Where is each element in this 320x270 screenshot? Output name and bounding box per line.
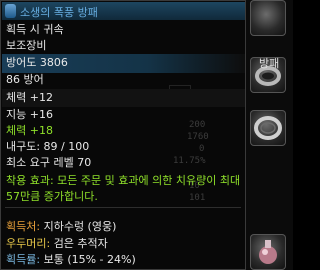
- shield-icon: [5, 4, 16, 18]
- source-row: 획득처: 지하수렁 (영웅): [6, 220, 116, 234]
- ghost-number: 0: [199, 144, 205, 154]
- stat-intelligence: 지능 +16: [6, 108, 53, 121]
- stat-stamina-2: 체력 +18: [6, 124, 53, 137]
- item-tooltip: 200 1760 0 11.75% 10 101 소생의 폭풍 방패 획득 시 …: [0, 0, 246, 270]
- slot-label-shield: 방패: [259, 57, 280, 70]
- divider: [5, 207, 241, 208]
- stat-stamina-1: 체력 +12: [6, 91, 53, 104]
- ghost-number: 1760: [187, 132, 209, 142]
- required-level: 최소 요구 레벨 70: [6, 156, 92, 169]
- tooltip-title-bar: 소생의 폭풍 방패: [2, 2, 245, 20]
- bind-status: 획득 시 귀속: [6, 23, 64, 36]
- defense-value: 86 방어: [6, 73, 44, 86]
- boss-value: 검은 추적자: [53, 237, 108, 250]
- ghost-number: 11.75%: [173, 156, 206, 166]
- droprate-label: 획득률:: [6, 253, 41, 266]
- droprate-row: 획득률: 보통 (15% - 24%): [6, 253, 136, 267]
- potion-icon: [259, 240, 277, 264]
- armor-value: 방어도 3806: [6, 56, 68, 69]
- ghost-number: 200: [189, 120, 206, 130]
- ring-icon: [254, 116, 282, 140]
- game-ui-scene: 방패 200 1760 0 11.75% 10 101 소생의 폭풍 방패 획득…: [0, 0, 293, 270]
- equipment-slot-potion[interactable]: [250, 234, 286, 270]
- boss-row: 우두머리: 검은 추적자: [6, 237, 108, 251]
- item-category: 보조장비: [6, 39, 47, 52]
- source-label: 획득처:: [6, 220, 41, 233]
- equipment-slot-ring[interactable]: [250, 110, 286, 146]
- equipment-slot-top[interactable]: [250, 0, 286, 36]
- boss-label: 우두머리:: [6, 237, 51, 250]
- source-value: 지하수렁 (영웅): [43, 220, 117, 233]
- item-name: 소생의 폭풍 방패: [20, 6, 98, 19]
- durability: 내구도: 89 / 100: [6, 140, 90, 153]
- droprate-value: 보통 (15% - 24%): [43, 253, 136, 266]
- equip-effect: 착용 효과: 모든 주문 및 효과에 의한 치유량이 최대 57만큼 증가합니다…: [6, 174, 241, 203]
